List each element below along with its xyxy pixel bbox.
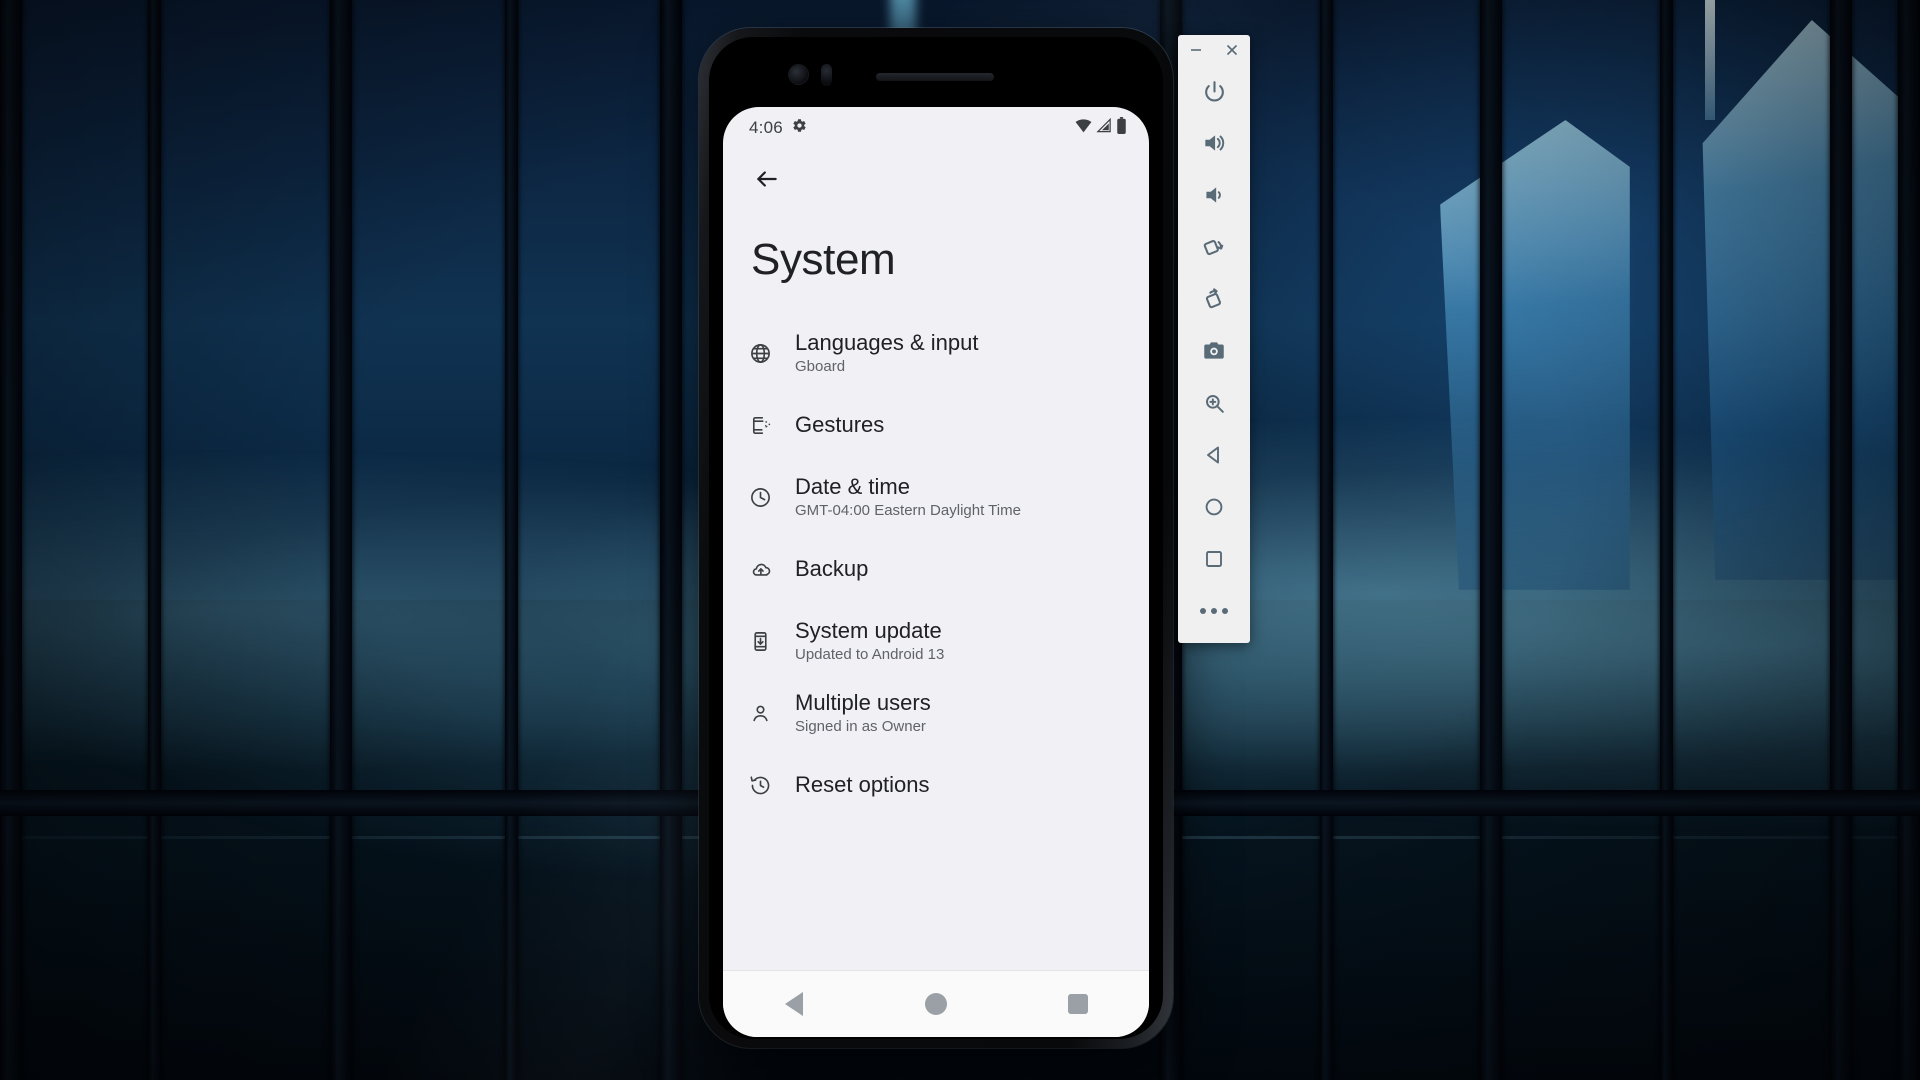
list-item-subtitle: Updated to Android 13: [795, 646, 945, 664]
recents-square-icon[interactable]: [1188, 533, 1240, 585]
settings-list: Languages & input Gboard Gestures Date &…: [723, 291, 1149, 821]
status-time: 4:06: [749, 118, 783, 137]
front-camera-icon: [789, 65, 808, 84]
window-mullion: [330, 0, 352, 1080]
list-item-reset-options[interactable]: Reset options: [723, 749, 1149, 821]
list-item-text: Date & time GMT-04:00 Eastern Daylight T…: [795, 473, 1021, 521]
list-item-title: Languages & input: [795, 329, 979, 355]
list-item-text: Backup: [795, 555, 868, 583]
back-arrow-icon[interactable]: [745, 157, 789, 201]
list-item-text: Gestures: [795, 411, 884, 439]
list-item-system-update[interactable]: System update Updated to Android 13: [723, 605, 1149, 677]
nav-recents-button[interactable]: [1038, 971, 1118, 1037]
status-bar: 4:06: [723, 107, 1149, 149]
rotate-left-icon[interactable]: [1188, 221, 1240, 273]
list-item-subtitle: Signed in as Owner: [795, 718, 926, 736]
three-dots: [1200, 608, 1228, 614]
person-icon: [749, 702, 795, 725]
android-navigation-bar: [723, 970, 1149, 1037]
window-mullion: [1320, 0, 1333, 1080]
list-item-title: Backup: [795, 556, 869, 582]
device-screen[interactable]: 4:06 System Languages & input Gboard Ges…: [723, 107, 1149, 1037]
list-item-gestures[interactable]: Gestures: [723, 389, 1149, 461]
list-item-date-time[interactable]: Date & time GMT-04:00 Eastern Daylight T…: [723, 461, 1149, 533]
wifi-icon: [1075, 118, 1092, 138]
nav-home-button[interactable]: [896, 971, 976, 1037]
earpiece-speaker: [876, 73, 994, 81]
cellular-signal-icon: [1096, 117, 1112, 138]
proximity-sensor-icon: [821, 64, 832, 86]
list-item-text: Languages & input Gboard: [795, 329, 979, 377]
toolbar-window-controls: [1178, 35, 1250, 65]
clock-icon: [749, 486, 795, 509]
home-circle-icon[interactable]: [1188, 481, 1240, 533]
more-options-icon[interactable]: [1188, 585, 1240, 637]
nav-home-circle-icon: [925, 993, 947, 1015]
minimize-icon[interactable]: [1184, 39, 1208, 61]
antenna-spire: [1705, 0, 1715, 120]
rotate-right-icon[interactable]: [1188, 273, 1240, 325]
zoom-in-icon[interactable]: [1188, 377, 1240, 429]
emulator-toolbar: [1178, 35, 1250, 643]
list-item-title: Multiple users: [795, 689, 931, 715]
list-item-languages-input[interactable]: Languages & input Gboard: [723, 317, 1149, 389]
window-mullion: [1830, 0, 1852, 1080]
close-icon[interactable]: [1220, 39, 1244, 61]
list-item-backup[interactable]: Backup: [723, 533, 1149, 605]
volume-up-icon[interactable]: [1188, 117, 1240, 169]
nav-recents-square-icon: [1068, 994, 1088, 1014]
page-title: System: [751, 235, 896, 284]
android-emulator-device: 4:06 System Languages & input Gboard Ges…: [699, 28, 1173, 1048]
list-item-text: Reset options: [795, 771, 930, 799]
list-item-title: Gestures: [795, 412, 885, 438]
nav-back-triangle-icon: [785, 992, 803, 1016]
power-icon[interactable]: [1188, 65, 1240, 117]
status-bar-left: 4:06: [749, 118, 807, 138]
list-item-subtitle: GMT-04:00 Eastern Daylight Time: [795, 502, 1021, 520]
battery-icon: [1116, 117, 1127, 139]
device-bezel: 4:06 System Languages & input Gboard Ges…: [709, 37, 1163, 1039]
status-bar-right: [1075, 117, 1127, 139]
list-item-title: Reset options: [795, 772, 930, 798]
gear-icon: [792, 118, 807, 138]
nav-back-button[interactable]: [754, 971, 834, 1037]
window-mullion: [1660, 0, 1673, 1080]
app-nav-row: [723, 149, 1149, 209]
volume-down-icon[interactable]: [1188, 169, 1240, 221]
window-mullion: [1480, 0, 1502, 1080]
window-mullion: [660, 0, 682, 1080]
cloud-upload-icon: [749, 558, 795, 581]
gesture-phone-icon: [749, 414, 795, 437]
system-update-icon: [749, 630, 795, 653]
list-item-title: Date & time: [795, 473, 910, 499]
list-item-multiple-users[interactable]: Multiple users Signed in as Owner: [723, 677, 1149, 749]
list-item-text: System update Updated to Android 13: [795, 617, 944, 665]
screenshot-camera-icon[interactable]: [1188, 325, 1240, 377]
window-mullion: [505, 0, 518, 1080]
history-restore-icon: [749, 774, 795, 797]
window-mullion: [0, 0, 22, 1080]
list-item-subtitle: Gboard: [795, 358, 846, 376]
skyscraper-mid: [1440, 120, 1630, 590]
list-item-title: System update: [795, 617, 942, 643]
globe-icon: [749, 342, 795, 365]
window-mullion: [1898, 0, 1920, 1080]
back-triangle-icon[interactable]: [1188, 429, 1240, 481]
window-mullion: [148, 0, 161, 1080]
list-item-text: Multiple users Signed in as Owner: [795, 689, 931, 737]
